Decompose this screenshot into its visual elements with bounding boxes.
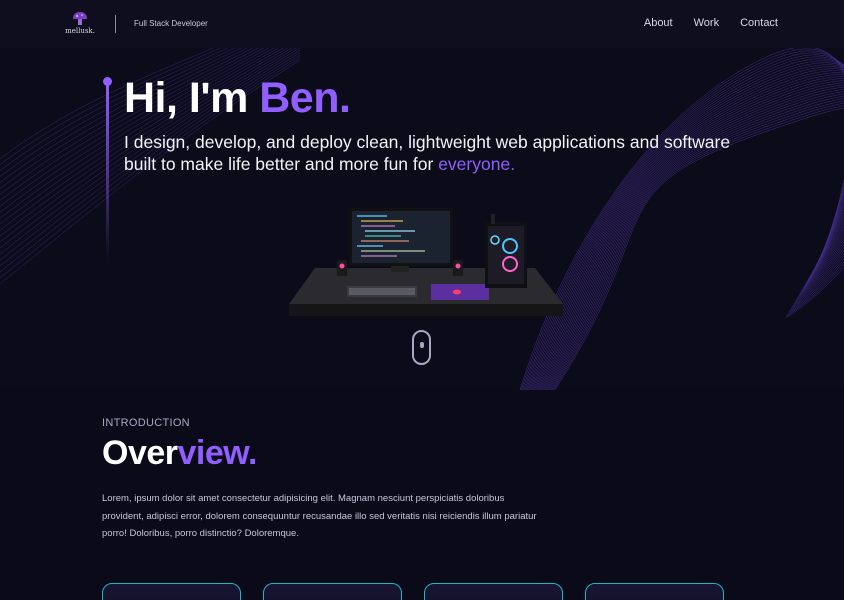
service-card[interactable]: [424, 583, 563, 600]
scroll-dot: [419, 342, 424, 348]
overview-section-label: INTRODUCTION: [102, 417, 190, 429]
overview-body: Lorem, ipsum dolor sit amet consectetur …: [102, 493, 537, 539]
navbar: mellusk. Full Stack Developer About Work…: [0, 0, 844, 48]
service-card[interactable]: [585, 583, 724, 600]
service-cards: [102, 583, 724, 600]
nav-link-about[interactable]: About: [644, 17, 673, 29]
service-card[interactable]: [263, 583, 402, 600]
hero-subtitle-highlight: everyone.: [438, 154, 516, 174]
overview-title-part1: Over: [102, 434, 178, 472]
service-card[interactable]: [102, 583, 241, 600]
mushroom-logo-icon: [73, 12, 87, 25]
overview-title: Overview.: [102, 434, 257, 473]
scroll-mouse-icon[interactable]: [412, 330, 431, 365]
hero-name: Ben.: [259, 74, 351, 122]
logo[interactable]: mellusk.: [62, 10, 98, 40]
hero-accent-line: [104, 78, 112, 268]
nav-role-label: Full Stack Developer: [134, 19, 208, 28]
hero-subtitle: I design, develop, and deploy clean, lig…: [124, 131, 734, 175]
nav-link-contact[interactable]: Contact: [740, 17, 778, 29]
logo-text: mellusk.: [65, 27, 95, 35]
overview-title-part2: view.: [177, 434, 258, 472]
nav-links: About Work Contact: [644, 17, 778, 29]
hero-title: Hi, I'm Ben.: [124, 74, 351, 123]
nav-link-work[interactable]: Work: [694, 17, 719, 29]
desk-setup-3d-model[interactable]: [285, 200, 565, 320]
nav-divider: [115, 15, 116, 33]
hero-greeting: Hi, I'm: [124, 74, 260, 122]
hero-subtitle-text: I design, develop, and deploy clean, lig…: [124, 132, 731, 174]
hero-section: Hi, I'm Ben. I design, develop, and depl…: [0, 0, 844, 390]
